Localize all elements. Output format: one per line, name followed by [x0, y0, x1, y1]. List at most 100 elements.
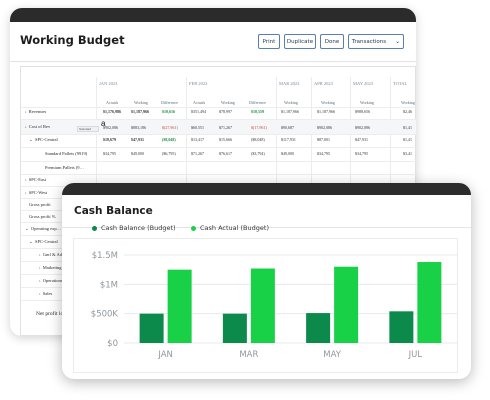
sub-header: Working [321, 100, 335, 105]
bar-actual [417, 262, 442, 343]
table-cell: $78,997 [219, 109, 232, 114]
table-cell: $71,267 [191, 151, 204, 156]
table-cell: $117,931 [281, 137, 296, 142]
column-header-month: JAN 2023 [99, 81, 118, 86]
row-label: Cost of Rev [28, 124, 51, 129]
column-header-month: FEB 2023 [189, 81, 208, 86]
table-cell: $1,41 [403, 137, 412, 142]
x-tick-label: MAY [323, 350, 341, 360]
table-cell: $13,417 [191, 137, 204, 142]
y-tick-label: $0 [107, 339, 118, 349]
table-cell: $34,795 [355, 151, 368, 156]
table-cell: $49,000 [131, 151, 144, 156]
row-label: SPC-Central [35, 137, 58, 142]
row-label: Standard Pallets (9919) [45, 151, 88, 156]
table-cell: $76,617 [219, 151, 232, 156]
page-title: Working Budget [20, 33, 125, 47]
working-budget-header: Working Budget Print Duplicate Done Tran… [10, 22, 416, 62]
row-divider [21, 134, 416, 135]
done-button[interactable]: Done [320, 34, 344, 49]
row-label: Revenues [28, 109, 47, 114]
print-button[interactable]: Print [258, 34, 280, 49]
table-cell: $1,41 [403, 125, 412, 130]
bar-budget [389, 311, 414, 343]
x-tick-label: MAR [239, 350, 258, 360]
table-row-label[interactable]: ⌄ Operating exp… [25, 226, 61, 232]
row-label: Marketing [42, 265, 62, 270]
bar-actual [334, 266, 359, 343]
bar-budget [306, 313, 331, 343]
table-row-label[interactable]: › SPC-West [25, 190, 47, 195]
bar-budget [139, 313, 164, 343]
table-row[interactable]: › Revenues [25, 109, 46, 114]
table-row-label[interactable]: › Sales [39, 291, 52, 296]
table-cell: $90,687 [281, 125, 294, 130]
row-tooltip: Standard Pallets [77, 126, 99, 132]
row-divider [21, 161, 416, 162]
table-row-label[interactable]: ⌄ SPC-Central [29, 239, 58, 245]
table-cell: $1,187,966 [131, 109, 149, 114]
table-row[interactable]: ⌄ SPC-Central [29, 137, 58, 143]
sub-header: Difference [249, 100, 267, 105]
table-cell: $883,186 [131, 125, 146, 130]
table-cell: $18,679 [103, 137, 116, 142]
sub-header: Working [360, 100, 374, 105]
bar-actual [250, 268, 275, 343]
table-cell: $902,086 [317, 125, 332, 130]
row-label: Operations [42, 278, 63, 283]
table-row-label[interactable]: › Operations [39, 278, 63, 283]
sub-header: Difference [161, 100, 179, 105]
table-cell: $902,086 [103, 125, 118, 130]
table-cell: $2,46 [403, 109, 412, 114]
table-cell: $60,551 [191, 125, 204, 130]
table-row-label[interactable]: Premium Pallets (9… [45, 165, 84, 170]
table-row[interactable]: Standard Pallets (9919) [45, 151, 87, 156]
table-row[interactable]: › Cost of Rev [25, 124, 50, 129]
transactions-label: Transactions [351, 38, 387, 45]
table-cell: ($3,794) [251, 151, 265, 156]
sub-header: Actuals [193, 100, 206, 105]
table-cell: $1,176,986 [103, 109, 121, 114]
table-cell: $902,086 [355, 125, 370, 130]
table-cell: $10,559 [251, 109, 264, 114]
table-cell: $71,267 [219, 125, 232, 130]
duplicate-button[interactable]: Duplicate [284, 34, 316, 49]
table-cell: $34,795 [103, 151, 116, 156]
table-cell: $1,187,966 [317, 109, 335, 114]
table-cell: $87,001 [317, 137, 330, 142]
bar-budget [222, 313, 247, 343]
column-header-month: APR 2023 [314, 81, 333, 86]
table-row-label[interactable]: › SPC-East [25, 177, 46, 182]
table-cell: $49,000 [281, 151, 294, 156]
bar-actual [167, 269, 192, 343]
transactions-dropdown[interactable]: Transactions ⌄ [348, 34, 404, 49]
window-titlebar [10, 8, 416, 22]
y-tick-label: $1.5M [92, 251, 118, 261]
table-cell: $47,931 [131, 137, 144, 142]
cash-balance-window: Cash Balance Cash Balance (Budget) Cash … [62, 183, 471, 379]
row-divider [21, 107, 416, 108]
cash-balance-chart: $0 $500K $1M $1.5M JAN MAR MAY JUL [91, 251, 457, 360]
table-cell: ($6,795) [162, 151, 176, 156]
y-tick-label: $1M [100, 280, 118, 290]
row-label: SPC-Central [35, 239, 58, 244]
row-label: Sales [42, 291, 53, 296]
sub-header: Working [134, 100, 148, 105]
row-divider [21, 147, 416, 148]
chevron-down-icon: ⌄ [395, 38, 401, 45]
row-label: SPC-East [28, 177, 47, 182]
table-cell: ($8,048) [162, 137, 176, 142]
table-cell: $10,616 [162, 109, 175, 114]
table-cell: $(17,961) [251, 125, 267, 130]
sub-header: Working [401, 100, 415, 105]
table-cell: $3,41 [403, 151, 412, 156]
sub-header: Working [284, 100, 298, 105]
table-cell: $351,494 [191, 109, 206, 114]
sub-header: Working [221, 100, 235, 105]
table-cell: $34,795 [317, 151, 330, 156]
row-label: Operating exp… [31, 226, 62, 231]
sub-header: Actuals [106, 100, 119, 105]
table-cell: $1,187,966 [281, 109, 299, 114]
table-row-label[interactable]: › Marketing [39, 265, 62, 270]
table-cell: $(27,961) [162, 125, 178, 130]
